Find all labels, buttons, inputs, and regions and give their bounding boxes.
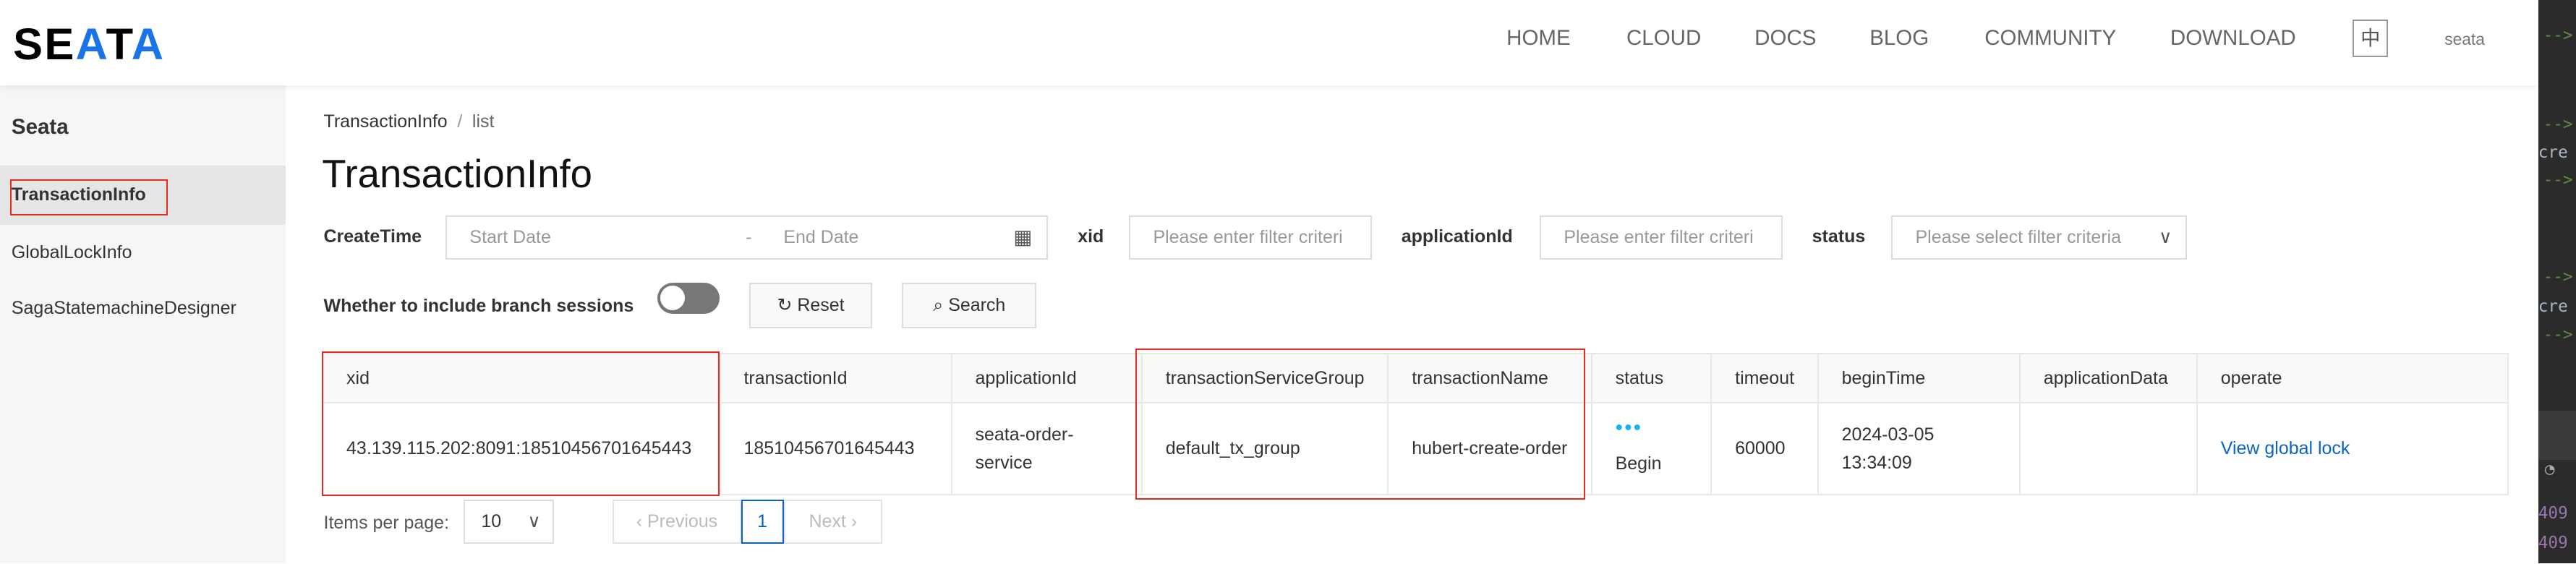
col-transactionid: transactionId [719, 353, 952, 404]
breadcrumb-current: list [472, 111, 495, 132]
col-applicationdata: applicationData [2018, 353, 2198, 404]
code-line: --> [2543, 171, 2573, 190]
code-line: 409 [2538, 504, 2568, 524]
seata-logo[interactable]: SEATA [13, 18, 165, 69]
reset-icon: ↻ [777, 294, 798, 315]
code-line: --> [2543, 115, 2573, 134]
code-line: --> [2543, 268, 2573, 287]
branch-sessions-label: Whether to include branch sessions [323, 295, 634, 316]
breadcrumb-separator: / [457, 111, 463, 132]
cell-begintime: 2024-03-05 13:34:09 [1817, 402, 2021, 496]
sidebar-title: Seata [11, 115, 69, 139]
items-per-page-label: Items per page: [323, 512, 450, 533]
sidebar: Seata TransactionInfo GlobalLockInfo Sag… [0, 85, 286, 564]
user-name[interactable]: seata [2444, 30, 2485, 49]
xid-label: xid [1078, 226, 1104, 247]
start-date-input[interactable]: Start Date [469, 227, 550, 247]
toggle-knob [660, 286, 686, 311]
nav-blog[interactable]: BLOG [1869, 26, 1929, 51]
createtime-label: CreateTime [323, 226, 422, 247]
cell-operate: View global lock [2196, 402, 2509, 496]
status-loading-icon: ••• [1615, 415, 1643, 440]
status-select[interactable]: Please select filter criteria ∨ [1890, 215, 2187, 260]
search-icon: ⌕ [933, 294, 949, 315]
code-toolbar [2538, 410, 2576, 461]
applicationid-label: applicationId [1401, 226, 1513, 247]
prev-page-button[interactable]: ‹ Previous [613, 499, 741, 544]
status-select-placeholder: Please select filter criteria [1915, 226, 2121, 247]
breadcrumb-parent[interactable]: TransactionInfo [324, 111, 448, 132]
sidebar-item-globallockinfo[interactable]: GlobalLockInfo [0, 223, 286, 283]
status-text: Begin [1615, 453, 1662, 474]
gauge-icon[interactable]: ◔ [2545, 460, 2555, 479]
xid-input[interactable]: Please enter filter criteri [1128, 215, 1372, 260]
prev-label: Previous [647, 510, 718, 531]
begin-clock: 13:34:09 [1841, 452, 1912, 473]
col-applicationid: applicationId [950, 353, 1143, 404]
cell-status: ••• Begin [1590, 402, 1713, 496]
code-line: 409 [2538, 534, 2568, 553]
begin-date: 2024-03-05 [1841, 424, 1935, 445]
cell-applicationdata [2018, 402, 2198, 496]
code-line: --> [2543, 26, 2573, 46]
chevron-left-icon: ‹ [636, 510, 647, 531]
sidebar-item-saga-designer[interactable]: SagaStatemachineDesigner [0, 279, 286, 338]
page-size-select[interactable]: 10 ∨ [463, 499, 554, 544]
sidebar-item-label: SagaStatemachineDesigner [11, 298, 236, 319]
chevron-right-icon: › [845, 510, 858, 531]
range-separator: - [746, 226, 752, 247]
sidebar-item-label: GlobalLockInfo [11, 242, 132, 262]
nav-docs[interactable]: DOCS [1754, 26, 1816, 51]
highlight-box [9, 179, 168, 215]
code-line: cre [2538, 297, 2568, 317]
cell-transactionid: 18510456701645443 [719, 402, 952, 496]
chevron-down-icon: ∨ [2159, 226, 2172, 247]
view-global-lock-link[interactable]: View global lock [2221, 438, 2350, 458]
col-begintime: beginTime [1817, 353, 2021, 404]
branch-sessions-toggle[interactable] [657, 282, 720, 314]
next-page-button[interactable]: Next › [783, 499, 882, 544]
page-1-button[interactable]: 1 [741, 499, 784, 544]
code-line: --> [2543, 325, 2573, 344]
chevron-down-icon: ∨ [527, 510, 541, 531]
status-label: status [1812, 226, 1866, 247]
reset-label: Reset [797, 294, 845, 315]
highlight-box-group-name [1135, 348, 1586, 500]
end-date-input[interactable]: End Date [783, 217, 858, 258]
nav-home[interactable]: HOME [1506, 26, 1571, 51]
calendar-icon[interactable]: ▦ [1013, 217, 1032, 258]
code-editor-panel: --> --> cre --> --> cre --> ◔ 409 409 [2538, 0, 2576, 564]
nav-download[interactable]: DOWNLOAD [2170, 26, 2296, 51]
date-range-picker[interactable]: Start Date - End Date ▦ [445, 215, 1049, 260]
breadcrumb: TransactionInfo / list [324, 111, 495, 132]
search-label: Search [948, 294, 1006, 315]
nav-community[interactable]: COMMUNITY [1984, 26, 2116, 51]
page-size-value: 10 [481, 510, 502, 531]
page-title: TransactionInfo [322, 151, 592, 196]
search-button[interactable]: ⌕ Search [902, 282, 1037, 329]
nav-cloud[interactable]: CLOUD [1626, 26, 1701, 51]
language-switch[interactable]: 中 [2353, 20, 2389, 57]
col-operate: operate [2196, 353, 2509, 404]
reset-button[interactable]: ↻ Reset [749, 282, 873, 329]
top-header: SEATA HOME CLOUD DOCS BLOG COMMUNITY DOW… [0, 0, 2538, 86]
cell-timeout: 60000 [1710, 402, 1819, 496]
cell-applicationid: seata-order-service [950, 402, 1143, 496]
col-status: status [1590, 353, 1713, 404]
highlight-box-xid [322, 351, 720, 497]
next-label: Next [809, 510, 846, 531]
applicationid-input[interactable]: Please enter filter criteri [1539, 215, 1783, 260]
col-timeout: timeout [1710, 353, 1819, 404]
code-line: cre [2538, 142, 2568, 162]
